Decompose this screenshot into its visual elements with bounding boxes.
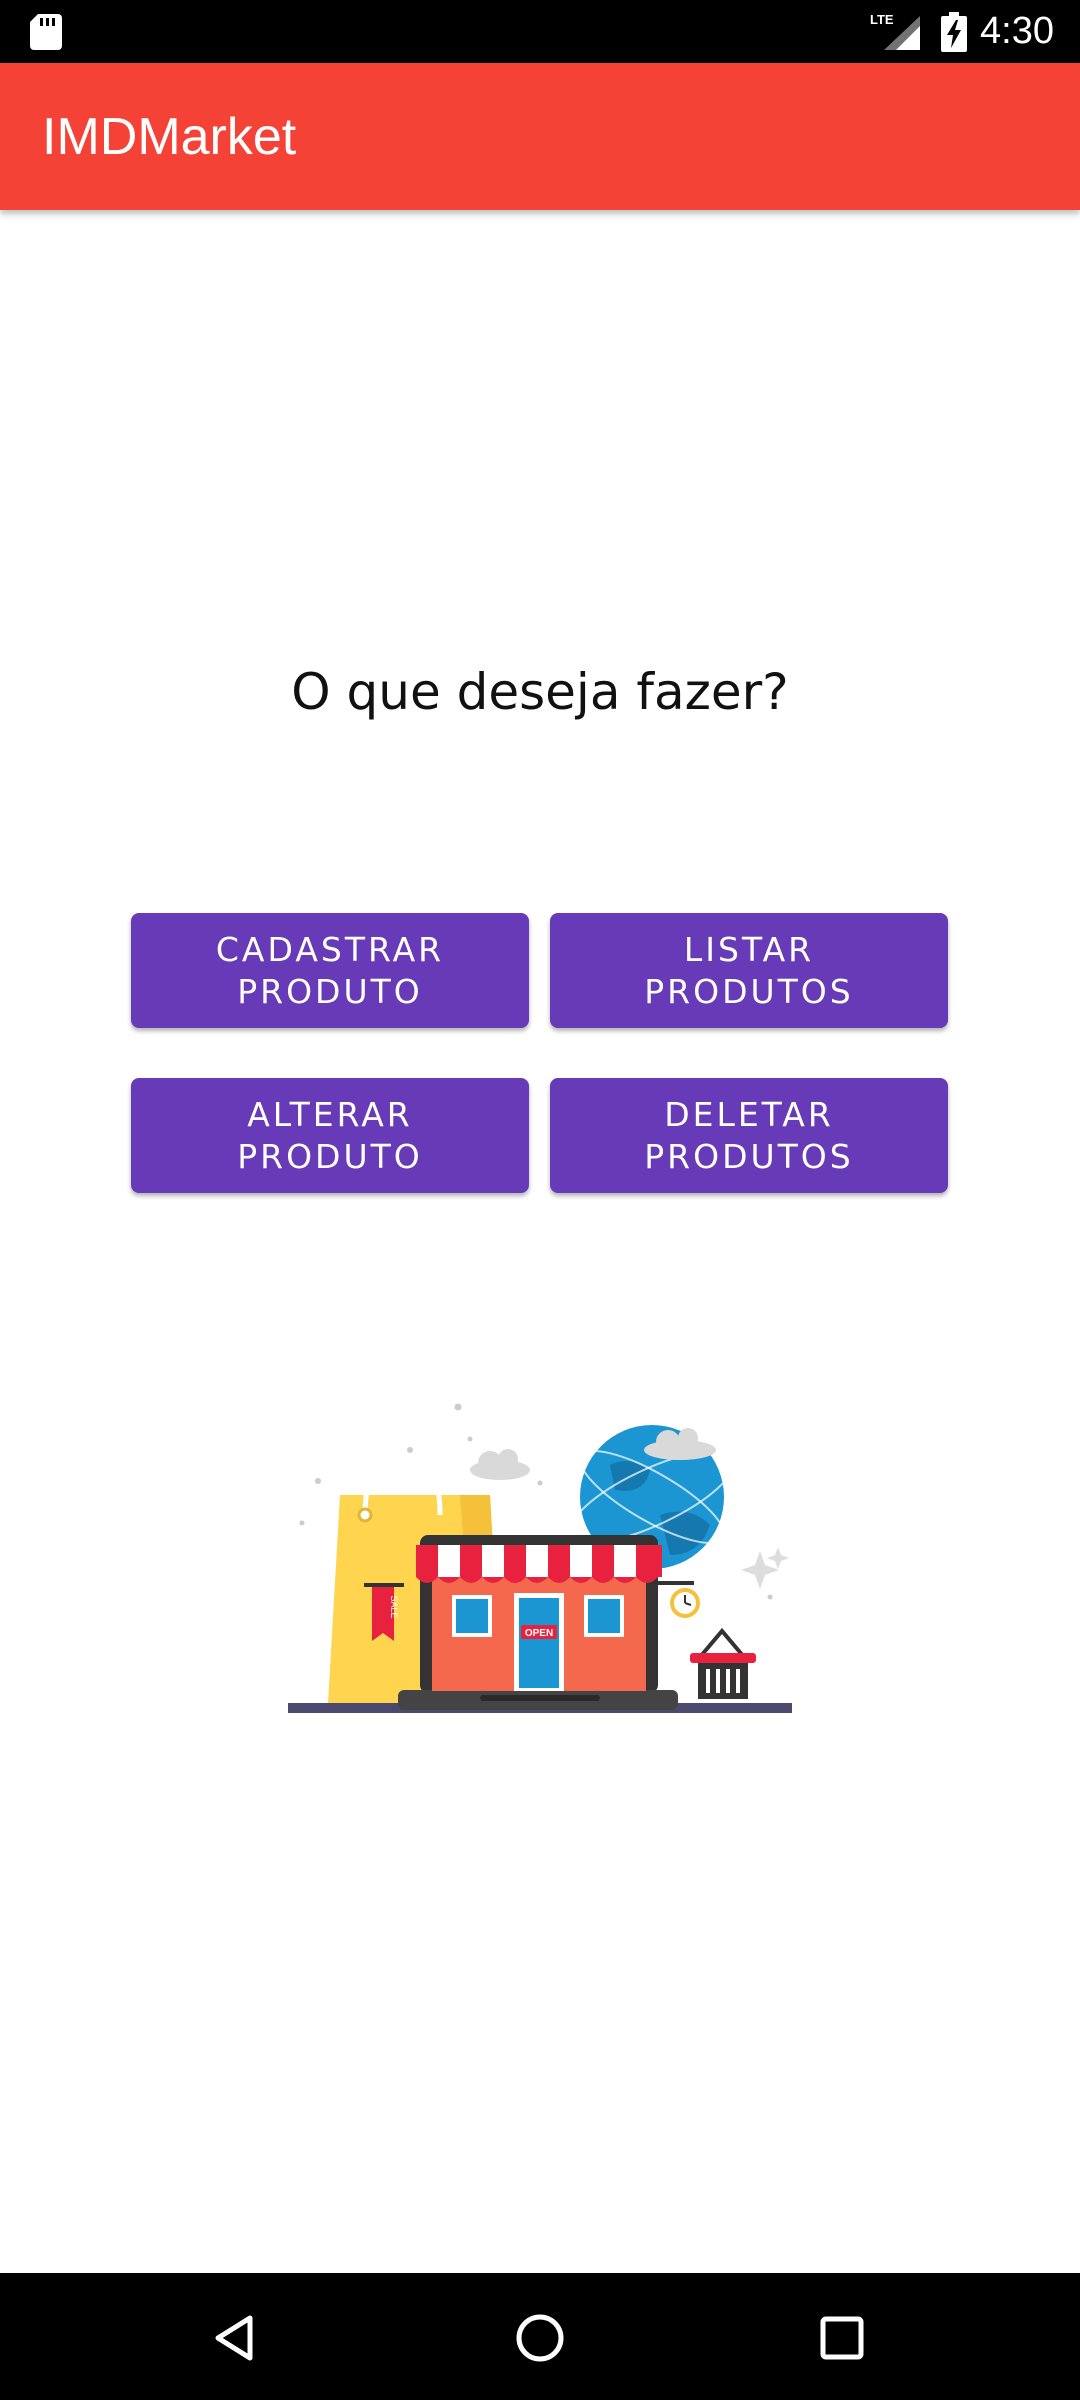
listar-produtos-button[interactable]: LISTAR PRODUTOS	[550, 913, 948, 1028]
alterar-produto-button[interactable]: ALTERAR PRODUTO	[131, 1078, 529, 1193]
prompt-text: O que deseja fazer?	[291, 663, 789, 721]
online-store-illustration-icon: OPEN SALE	[288, 1403, 792, 1713]
status-bar: LTE 4:30	[0, 0, 1080, 63]
recents-icon[interactable]	[812, 2308, 872, 2368]
battery-charging-icon	[941, 12, 967, 52]
home-icon[interactable]	[510, 2308, 570, 2368]
svg-text:SALE: SALE	[389, 1595, 399, 1618]
status-clock: 4:30	[980, 10, 1054, 52]
cadastrar-produto-button[interactable]: CADASTRAR PRODUTO	[131, 913, 529, 1028]
app-bar: IMDMarket	[0, 63, 1080, 210]
navigation-bar	[0, 2273, 1080, 2400]
app-title: IMDMarket	[42, 108, 297, 166]
svg-text:LTE: LTE	[870, 12, 894, 27]
lte-signal-icon: LTE	[870, 12, 920, 50]
deletar-produtos-button[interactable]: DELETAR PRODUTOS	[550, 1078, 948, 1193]
sd-card-icon	[30, 14, 62, 50]
back-icon[interactable]	[206, 2308, 266, 2368]
svg-text:OPEN: OPEN	[525, 1628, 553, 1639]
